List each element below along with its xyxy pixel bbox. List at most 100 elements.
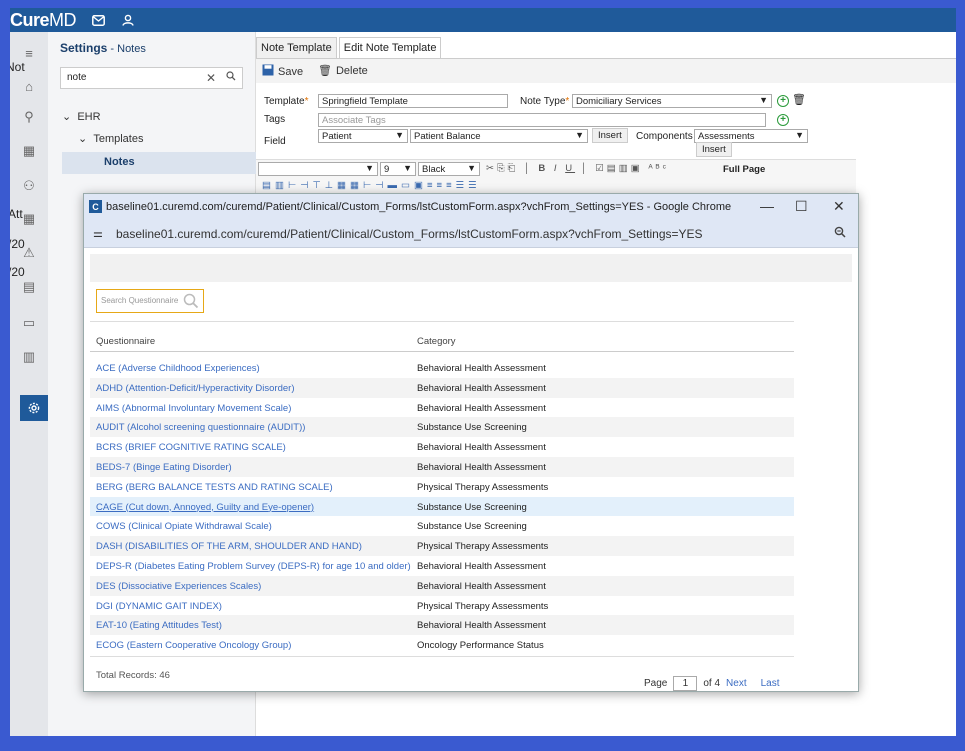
table-row[interactable]: DES (Dissociative Experiences Scales) Beh… (90, 575, 794, 596)
window-title: baseline01.curemd.com/curemd/Patient/Cli… (106, 201, 732, 213)
category-cell: Behavioral Health Assessment (417, 580, 546, 592)
save-button[interactable]: Save (262, 64, 303, 79)
font-size-select[interactable]: 9 ▼ (380, 162, 416, 176)
questionnaire-link[interactable]: BERG (BERG BALANCE TESTS AND RATING SCAL… (96, 482, 333, 493)
questionnaire-link[interactable]: DEPS-R (Diabetes Eating Problem Survey (… (96, 561, 411, 572)
components-select[interactable]: Assessments ▼ (694, 129, 808, 143)
table-row[interactable]: DEPS-R (Diabetes Eating Problem Survey (… (90, 556, 794, 576)
table-row[interactable]: BERG (BERG BALANCE TESTS AND RATING SCAL… (90, 477, 794, 497)
table-row[interactable]: BEDS-7 (Binge Eating Disorder) Behavioral… (90, 457, 794, 477)
monitor-icon[interactable]: ▭ (20, 314, 38, 332)
home-icon[interactable]: ⌂ (20, 77, 38, 95)
tags-input[interactable]: Associate Tags (318, 113, 766, 127)
last-page-link[interactable]: Last (761, 678, 780, 689)
minimize-icon[interactable]: — (760, 198, 774, 214)
questionnaire-link[interactable]: BEDS-7 (Binge Eating Disorder) (96, 462, 232, 473)
patient-icon[interactable]: ⚇ (20, 177, 38, 195)
settings-search-input[interactable]: note ✕ (60, 67, 243, 89)
trash-icon[interactable]: 🗑 (792, 93, 806, 106)
chrome-title-bar: C baseline01.curemd.com/curemd/Patient/C… (84, 194, 858, 220)
questionnaire-link[interactable]: DES (Dissociative Experiences Scales) (96, 581, 261, 592)
category-cell: Physical Therapy Assessments (417, 600, 549, 612)
floppy-icon (262, 64, 274, 79)
document-icon[interactable]: ▤ (20, 278, 38, 296)
table-row[interactable]: COWS (Clinical Opiate Withdrawal Scale) S… (90, 516, 794, 536)
questionnaire-link[interactable]: ACE (Adverse Childhood Experiences) (96, 363, 260, 374)
close-icon[interactable]: ✕ (833, 198, 845, 215)
mail-icon[interactable] (90, 12, 106, 28)
questionnaire-search-input[interactable]: Search Questionnaire (96, 289, 204, 313)
table-row[interactable]: DASH (DISABILITIES OF THE ARM, SHOULDER … (90, 536, 794, 556)
tab-note-template[interactable]: Note Template (256, 37, 337, 59)
add-icon[interactable]: + (777, 95, 789, 107)
settings-gear-icon[interactable] (20, 395, 48, 421)
tab-edit-note-template[interactable]: Edit Note Template (338, 37, 442, 59)
insert-component-button[interactable]: Insert (696, 142, 732, 157)
questionnaire-link[interactable]: DGI (DYNAMIC GAIT INDEX) (96, 601, 222, 612)
chrome-address-bar[interactable]: ⚌ baseline01.curemd.com/curemd/Patient/C… (84, 220, 858, 248)
questionnaire-link[interactable]: CAGE (Cut down, Annoyed, Guilty and Eye-… (96, 502, 314, 513)
table-row[interactable]: EAT-10 (Eating Attitudes Test) Behavioral… (90, 615, 794, 636)
category-cell: Physical Therapy Assessments (417, 481, 549, 493)
next-page-link[interactable]: Next (726, 678, 747, 689)
search-icon[interactable] (226, 71, 236, 84)
questionnaire-link[interactable]: BCRS (BRIEF COGNITIVE RATING SCALE) (96, 442, 286, 453)
clear-icon[interactable]: ✕ (206, 71, 216, 85)
toolbar: Save 🗑 Delete (256, 59, 956, 83)
footer-divider (90, 656, 794, 657)
search-placeholder: Search Questionnaire (101, 296, 179, 305)
field-label: Field (264, 136, 286, 147)
search-icon[interactable]: ⚲ (20, 108, 38, 126)
category-cell: Behavioral Health Assessment (417, 363, 546, 374)
questionnaire-link[interactable]: COWS (Clinical Opiate Withdrawal Scale) (96, 521, 272, 532)
delete-button[interactable]: 🗑 Delete (318, 64, 368, 78)
editor-toolbar: ▼ 9 ▼ Black ▼ ✂⎘⎗ │ B I U │ ☑▤▥▣ ᴬᴮᶜ Full … (256, 159, 856, 195)
font-color-select[interactable]: Black ▼ (418, 162, 480, 176)
table-row[interactable]: DGI (DYNAMIC GAIT INDEX) Physical Therapy… (90, 596, 794, 616)
curemd-logo[interactable]: CureMD (10, 10, 77, 31)
table-row[interactable]: ACE (Adverse Childhood Experiences) Behav… (90, 358, 794, 378)
page-number-input[interactable]: 1 (673, 676, 698, 691)
table-row[interactable]: ECOG (Eastern Cooperative Oncology Group… (90, 635, 794, 655)
user-icon[interactable] (120, 12, 136, 28)
tree-item-templates[interactable]: ⌄ Templates (78, 132, 143, 145)
table-row[interactable]: ADHD (Attention-Deficit/Hyperactivity Di… (90, 377, 794, 398)
tree-item-label: Notes (104, 156, 135, 168)
questionnaire-link[interactable]: ADHD (Attention-Deficit/Hyperactivity Di… (96, 383, 295, 394)
category-cell: Behavioral Health Assessment (417, 462, 546, 473)
calendar-icon[interactable]: ▦ (20, 142, 38, 160)
note-type-select[interactable]: Domiciliary Services ▼ (572, 94, 772, 108)
field-category-select[interactable]: Patient ▼ (318, 129, 408, 143)
table-row[interactable]: AUDIT (Alcohol screening questionnaire (… (90, 417, 794, 438)
questionnaire-link[interactable]: DASH (DISABILITIES OF THE ARM, SHOULDER … (96, 541, 362, 552)
curemd-favicon: C (89, 200, 102, 213)
format-icons[interactable]: ✂⎘⎗ │ B I U │ ☑▤▥▣ ᴬᴮᶜ (486, 163, 669, 174)
url-text[interactable]: baseline01.curemd.com/curemd/Patient/Cli… (116, 227, 703, 241)
category-cell: Substance Use Screening (417, 521, 527, 533)
search-icon[interactable] (183, 293, 199, 312)
full-page-button[interactable]: Full Page (723, 164, 765, 175)
field-item-select[interactable]: Patient Balance ▼ (410, 129, 588, 143)
maximize-icon[interactable]: ☐ (795, 198, 808, 215)
questionnaire-link[interactable]: AUDIT (Alcohol screening questionnaire (… (96, 422, 305, 433)
tree-item-ehr[interactable]: ⌄ EHR (62, 110, 101, 123)
questionnaire-link[interactable]: ECOG (Eastern Cooperative Oncology Group… (96, 640, 291, 651)
insert-field-button[interactable]: Insert (592, 128, 628, 143)
table-row[interactable]: BCRS (BRIEF COGNITIVE RATING SCALE) Behav… (90, 437, 794, 457)
template-input[interactable]: Springfield Template (318, 94, 508, 108)
cut-off-text: /20 (10, 265, 25, 279)
pagination: Page 1 of 4 Next Last (644, 676, 780, 691)
app-frame: CureMD ≡ ⌂ ⚲ ▦ ⚇ ▦ ⚠ ▤ ▭ ▥ Not Att /20 /… (10, 8, 956, 736)
add-tag-icon[interactable]: + (777, 114, 789, 126)
table-row[interactable]: AIMS (Abnormal Involuntary Movement Scal… (90, 398, 794, 418)
questionnaire-link[interactable]: EAT-10 (Eating Attitudes Test) (96, 620, 222, 631)
zoom-icon[interactable] (834, 226, 846, 241)
components-label: Components (636, 131, 693, 142)
table-row[interactable]: CAGE (Cut down, Annoyed, Guilty and Eye-… (90, 496, 794, 517)
report-icon[interactable]: ▥ (20, 348, 38, 366)
tree-item-notes[interactable]: Notes (62, 152, 256, 174)
table-tool-icons[interactable]: ▤▥⊢⊣⊤⊥▦▦⊢⊣▬▭▣≡≡≡☰☰ (262, 180, 481, 191)
site-settings-icon[interactable]: ⚌ (93, 227, 103, 240)
questionnaire-link[interactable]: AIMS (Abnormal Involuntary Movement Scal… (96, 403, 291, 414)
font-family-select[interactable]: ▼ (258, 162, 378, 176)
